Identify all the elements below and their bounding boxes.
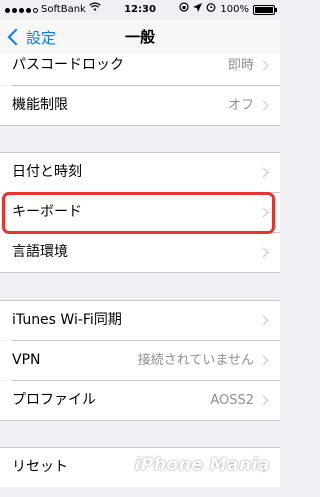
chevron-right-icon <box>258 395 269 406</box>
navigation-bar-overlay: 設定 一般 <box>0 20 280 54</box>
location-icon <box>193 0 203 20</box>
list-item-label: リセット <box>12 459 68 475</box>
battery-percent: 100% <box>220 4 249 15</box>
battery-icon <box>253 5 277 15</box>
alarm-icon <box>206 0 216 20</box>
list-item-label: iTunes Wi-Fi同期 <box>12 312 122 328</box>
chevron-right-icon <box>258 167 269 178</box>
list-item-itunes-wifi-sync[interactable]: iTunes Wi-Fi同期 <box>0 301 280 340</box>
page-title: 一般 <box>124 28 155 46</box>
rotation-lock-icon <box>179 0 190 20</box>
divider <box>0 125 280 126</box>
list-item-value: 接続されていません <box>137 353 254 368</box>
highlight-box <box>2 192 275 234</box>
list-item-vpn[interactable]: VPN 接続されていません <box>0 341 280 380</box>
chevron-right-icon <box>258 315 269 326</box>
status-bar: SoftBank 12:30 100% <box>0 0 280 20</box>
chevron-right-icon <box>258 247 269 258</box>
status-icons: 100% <box>179 0 277 20</box>
list-item-date-time[interactable]: 日付と時刻 <box>0 153 280 192</box>
list-item-label: 日付と時刻 <box>12 164 82 180</box>
list-item-value: オフ <box>227 98 254 113</box>
list-item-profile[interactable]: プロファイル AOSS2 <box>0 381 280 420</box>
list-item-label: VPN <box>12 352 41 368</box>
list-item-label: 機能制限 <box>12 97 68 113</box>
chevron-right-icon <box>258 60 269 71</box>
chevron-right-icon <box>258 100 269 111</box>
divider <box>0 272 280 273</box>
list-item-label: プロファイル <box>12 392 96 408</box>
list-item-language[interactable]: 言語環境 <box>0 233 280 272</box>
list-item-label: 言語環境 <box>12 244 68 260</box>
list-item-value: AOSS2 <box>210 393 254 408</box>
watermark: iPhone Mania <box>134 455 270 475</box>
chevron-right-icon <box>258 355 269 366</box>
list-item-restrictions[interactable]: 機能制限 オフ <box>0 86 280 125</box>
divider <box>0 420 280 421</box>
